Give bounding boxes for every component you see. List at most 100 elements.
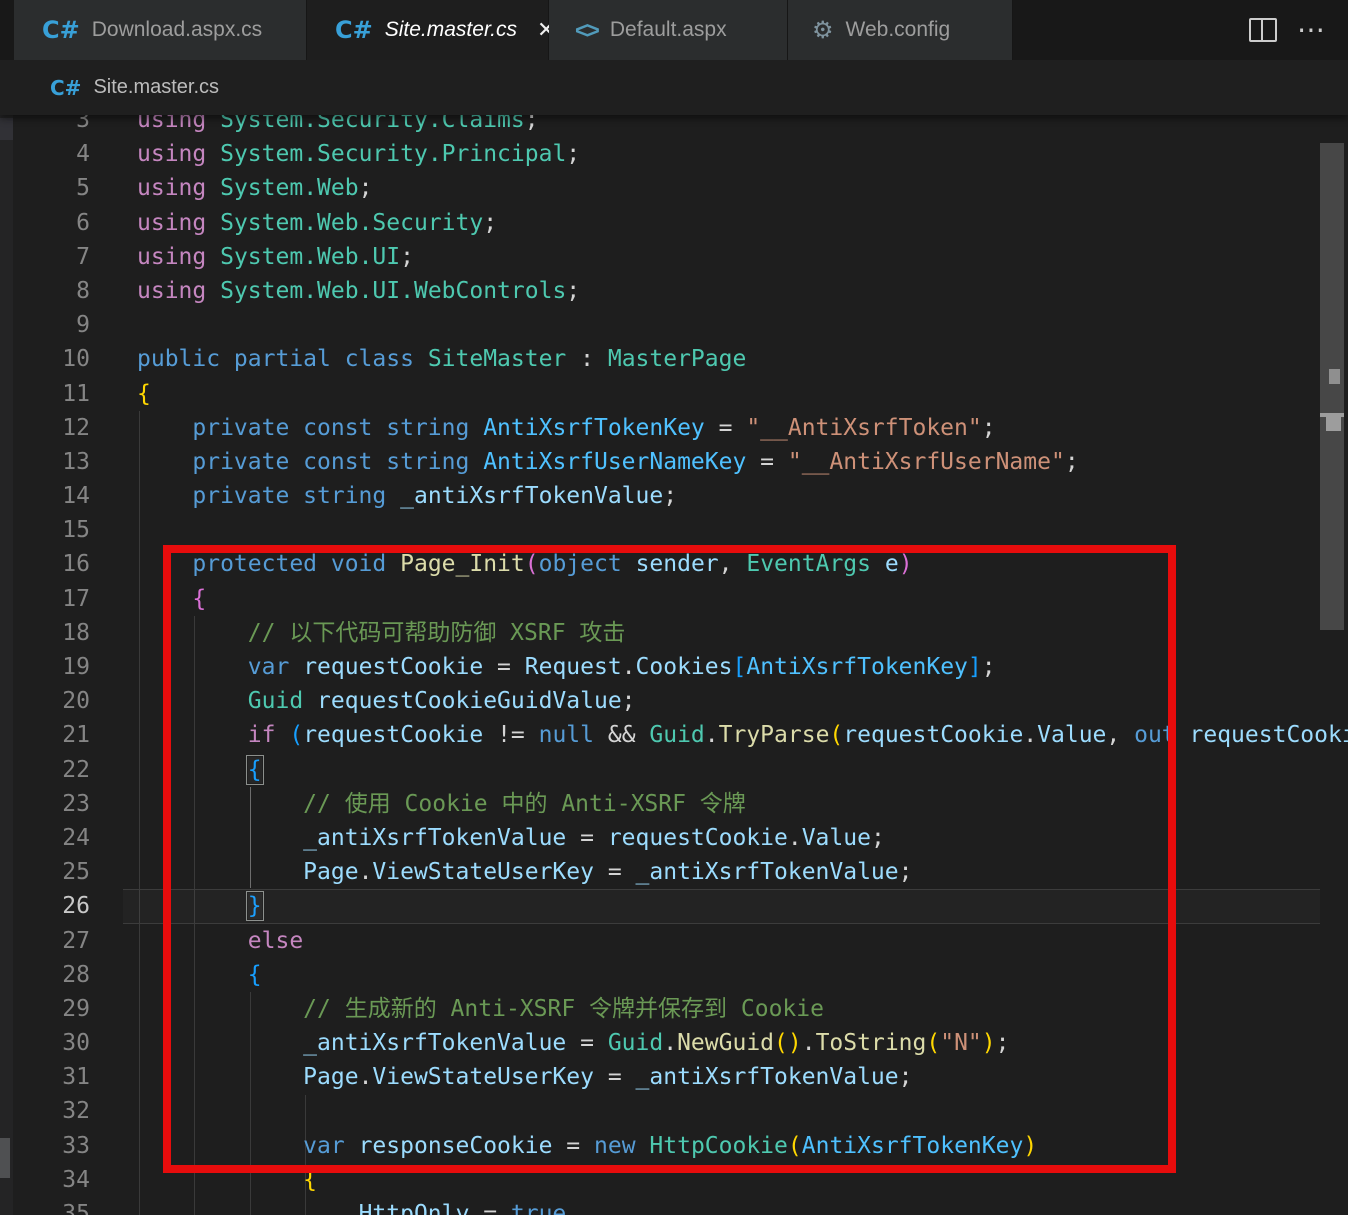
csharp-icon: C#	[335, 16, 373, 44]
code-line-content: if (requestCookie != null && Guid.TryPar…	[90, 718, 1348, 752]
code-line[interactable]: 17 {	[0, 582, 1348, 616]
code-line[interactable]: 13 private const string AntiXsrfUserName…	[0, 445, 1348, 479]
code-line[interactable]: 19 var requestCookie = Request.Cookies[A…	[0, 650, 1348, 684]
code-line[interactable]: 10public partial class SiteMaster : Mast…	[0, 342, 1348, 376]
code-line[interactable]: 25 Page.ViewStateUserKey = _antiXsrfToke…	[0, 855, 1348, 889]
code-line[interactable]: 5using System.Web;	[0, 171, 1348, 205]
code-line-content: private const string AntiXsrfUserNameKey…	[90, 445, 1079, 479]
line-number: 20	[0, 684, 90, 718]
code-line[interactable]: 21 if (requestCookie != null && Guid.Try…	[0, 718, 1348, 752]
code-line-content	[90, 308, 137, 342]
code-line[interactable]: 26 }	[0, 889, 1348, 923]
tab-web-config[interactable]: ⚙ Web.config	[788, 0, 1013, 60]
tab-label: Download.aspx.cs	[92, 18, 262, 42]
code-line-content: using System.Web.UI.WebControls;	[90, 274, 580, 308]
code-line-content: // 使用 Cookie 中的 Anti-XSRF 令牌	[90, 787, 746, 821]
code-line-content: // 生成新的 Anti-XSRF 令牌并保存到 Cookie	[90, 992, 824, 1026]
code-line-content: var requestCookie = Request.Cookies[Anti…	[90, 650, 996, 684]
code-line-content: {	[90, 377, 151, 411]
code-line-content: {	[90, 753, 262, 787]
code-line[interactable]: 16 protected void Page_Init(object sende…	[0, 547, 1348, 581]
code-line[interactable]: 29 // 生成新的 Anti-XSRF 令牌并保存到 Cookie	[0, 992, 1348, 1026]
code-line[interactable]: 14 private string _antiXsrfTokenValue;	[0, 479, 1348, 513]
line-number: 25	[0, 855, 90, 889]
left-sidebar-edge	[0, 115, 13, 1215]
code-line[interactable]: 20 Guid requestCookieGuidValue;	[0, 684, 1348, 718]
line-number: 31	[0, 1060, 90, 1094]
code-line-content: _antiXsrfTokenValue = Guid.NewGuid().ToS…	[90, 1026, 1009, 1060]
line-number: 6	[0, 206, 90, 240]
code-line[interactable]: 35 HttpOnly = true,	[0, 1197, 1348, 1215]
split-editor-icon[interactable]	[1249, 18, 1277, 42]
code-line-content: using System.Web.UI;	[90, 240, 414, 274]
code-line-content: Page.ViewStateUserKey = _antiXsrfTokenVa…	[90, 855, 913, 889]
editor-scrollbar-thumb[interactable]	[1320, 143, 1344, 630]
line-number: 14	[0, 479, 90, 513]
code-line[interactable]: 18 // 以下代码可帮助防御 XSRF 攻击	[0, 616, 1348, 650]
line-number: 16	[0, 547, 90, 581]
line-number: 5	[0, 171, 90, 205]
code-editor[interactable]: 3using System.Security.Claims;4using Sys…	[0, 103, 1348, 1215]
code-line[interactable]: 27 else	[0, 924, 1348, 958]
code-line[interactable]: 31 Page.ViewStateUserKey = _antiXsrfToke…	[0, 1060, 1348, 1094]
code-line-content: else	[90, 924, 303, 958]
code-file-icon: <>	[575, 17, 598, 44]
code-line-content: Guid requestCookieGuidValue;	[90, 684, 636, 718]
line-number: 27	[0, 924, 90, 958]
code-line-content: public partial class SiteMaster : Master…	[90, 342, 746, 376]
code-line[interactable]: 7using System.Web.UI;	[0, 240, 1348, 274]
code-line[interactable]: 8using System.Web.UI.WebControls;	[0, 274, 1348, 308]
tab-label: Site.master.cs	[385, 18, 517, 42]
line-number: 30	[0, 1026, 90, 1060]
tab-label: Web.config	[846, 18, 951, 42]
code-line[interactable]: 15	[0, 513, 1348, 547]
code-line-content	[90, 1094, 137, 1128]
left-scrollbar-thumb[interactable]	[0, 1138, 10, 1178]
code-line[interactable]: 32	[0, 1094, 1348, 1128]
line-number: 23	[0, 787, 90, 821]
more-actions-icon[interactable]: ⋯	[1297, 20, 1326, 40]
code-line-content: {	[90, 1163, 317, 1197]
left-sidebar-notch	[0, 118, 13, 140]
code-line[interactable]: 24 _antiXsrfTokenValue = requestCookie.V…	[0, 821, 1348, 855]
code-line[interactable]: 12 private const string AntiXsrfTokenKey…	[0, 411, 1348, 445]
code-line-content: {	[90, 958, 262, 992]
line-number: 21	[0, 718, 90, 752]
code-line[interactable]: 9	[0, 308, 1348, 342]
code-line[interactable]: 22 {	[0, 753, 1348, 787]
line-number: 8	[0, 274, 90, 308]
line-number: 12	[0, 411, 90, 445]
line-number: 13	[0, 445, 90, 479]
csharp-icon: C#	[42, 16, 80, 44]
code-line[interactable]: 6using System.Web.Security;	[0, 206, 1348, 240]
code-line-content: using System.Web;	[90, 171, 372, 205]
code-line[interactable]: 11{	[0, 377, 1348, 411]
code-line-content: _antiXsrfTokenValue = requestCookie.Valu…	[90, 821, 885, 855]
tab-default-aspx[interactable]: <> Default.aspx	[549, 0, 788, 60]
code-line-content: private string _antiXsrfTokenValue;	[90, 479, 677, 513]
breadcrumb: C# Site.master.cs	[0, 60, 1348, 115]
code-line[interactable]: 4using System.Security.Principal;	[0, 137, 1348, 171]
code-line-content: Page.ViewStateUserKey = _antiXsrfTokenVa…	[90, 1060, 913, 1094]
code-line-content	[90, 513, 137, 547]
code-line-content: private const string AntiXsrfTokenKey = …	[90, 411, 996, 445]
tab-download-aspx-cs[interactable]: C# Download.aspx.cs	[14, 0, 307, 60]
code-line-content: {	[90, 582, 206, 616]
line-number: 11	[0, 377, 90, 411]
code-line[interactable]: 34 {	[0, 1163, 1348, 1197]
editor-tab-bar: C# Download.aspx.cs C# Site.master.cs ✕ …	[0, 0, 1348, 60]
code-line[interactable]: 30 _antiXsrfTokenValue = Guid.NewGuid().…	[0, 1026, 1348, 1060]
line-number: 7	[0, 240, 90, 274]
line-number: 19	[0, 650, 90, 684]
code-line[interactable]: 33 var responseCookie = new HttpCookie(A…	[0, 1129, 1348, 1163]
line-number: 24	[0, 821, 90, 855]
line-number: 35	[0, 1197, 90, 1215]
tab-site-master-cs[interactable]: C# Site.master.cs ✕	[307, 0, 549, 60]
code-line[interactable]: 28 {	[0, 958, 1348, 992]
breadcrumb-file[interactable]: Site.master.cs	[93, 76, 219, 99]
line-number: 18	[0, 616, 90, 650]
code-line[interactable]: 23 // 使用 Cookie 中的 Anti-XSRF 令牌	[0, 787, 1348, 821]
line-number: 10	[0, 342, 90, 376]
line-number: 33	[0, 1129, 90, 1163]
csharp-icon: C#	[50, 76, 81, 100]
